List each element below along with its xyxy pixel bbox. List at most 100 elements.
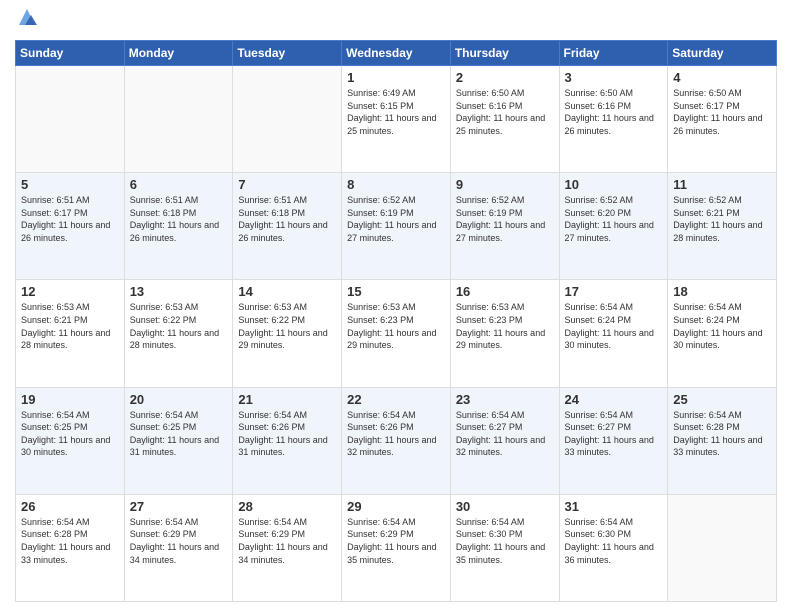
day-info: Sunrise: 6:51 AM Sunset: 6:18 PM Dayligh… xyxy=(238,194,336,244)
calendar-header-row: SundayMondayTuesdayWednesdayThursdayFrid… xyxy=(16,41,777,66)
day-info: Sunrise: 6:54 AM Sunset: 6:28 PM Dayligh… xyxy=(21,516,119,566)
calendar-day xyxy=(233,66,342,173)
calendar-day: 5 Sunrise: 6:51 AM Sunset: 6:17 PM Daylig… xyxy=(16,173,125,280)
calendar-day xyxy=(16,66,125,173)
day-number: 26 xyxy=(21,499,119,514)
day-info: Sunrise: 6:50 AM Sunset: 6:16 PM Dayligh… xyxy=(456,87,554,137)
day-number: 6 xyxy=(130,177,228,192)
calendar-day: 13Sunrise: 6:53 AM Sunset: 6:22 PM Dayli… xyxy=(124,280,233,387)
day-number: 25 xyxy=(673,392,771,407)
day-number: 29 xyxy=(347,499,445,514)
day-number: 12 xyxy=(21,284,119,299)
calendar-day: 14 Sunrise: 6:53 AM Sunset: 6:22 PM Dayli… xyxy=(233,280,342,387)
day-number: 24 xyxy=(565,392,663,407)
calendar-day: 2 Sunrise: 6:50 AM Sunset: 6:16 PM Daylig… xyxy=(450,66,559,173)
calendar-day: 8 Sunrise: 6:52 AM Sunset: 6:19 PM Daylig… xyxy=(342,173,451,280)
day-number: 23 xyxy=(456,392,554,407)
logo-icon xyxy=(17,7,37,27)
day-number: 1 xyxy=(347,70,445,85)
calendar-week-row: 5 Sunrise: 6:51 AM Sunset: 6:17 PM Daylig… xyxy=(16,173,777,280)
day-info: Sunrise: 6:53 AM Sunset: 6:22 PM Dayligh… xyxy=(238,301,336,351)
day-number: 18 xyxy=(673,284,771,299)
day-number: 21 xyxy=(238,392,336,407)
calendar-day xyxy=(668,494,777,601)
day-info: Sunrise: 6:54 AM Sunset: 6:24 PM Dayligh… xyxy=(673,301,771,351)
calendar-day: 10Sunrise: 6:52 AM Sunset: 6:20 PM Dayli… xyxy=(559,173,668,280)
calendar-day: 9Sunrise: 6:52 AM Sunset: 6:19 PM Daylig… xyxy=(450,173,559,280)
calendar-day: 22 Sunrise: 6:54 AM Sunset: 6:26 PM Dayli… xyxy=(342,387,451,494)
calendar-day: 30 Sunrise: 6:54 AM Sunset: 6:30 PM Dayli… xyxy=(450,494,559,601)
calendar-header-wednesday: Wednesday xyxy=(342,41,451,66)
calendar-table: SundayMondayTuesdayWednesdayThursdayFrid… xyxy=(15,40,777,602)
calendar-day: 28 Sunrise: 6:54 AM Sunset: 6:29 PM Dayli… xyxy=(233,494,342,601)
day-info: Sunrise: 6:51 AM Sunset: 6:17 PM Dayligh… xyxy=(21,194,119,244)
day-info: Sunrise: 6:54 AM Sunset: 6:27 PM Dayligh… xyxy=(456,409,554,459)
day-info: Sunrise: 6:54 AM Sunset: 6:29 PM Dayligh… xyxy=(347,516,445,566)
calendar-header-monday: Monday xyxy=(124,41,233,66)
day-number: 14 xyxy=(238,284,336,299)
day-info: Sunrise: 6:54 AM Sunset: 6:26 PM Dayligh… xyxy=(347,409,445,459)
day-info: Sunrise: 6:49 AM Sunset: 6:15 PM Dayligh… xyxy=(347,87,445,137)
calendar-header-friday: Friday xyxy=(559,41,668,66)
calendar-week-row: 1 Sunrise: 6:49 AM Sunset: 6:15 PM Daylig… xyxy=(16,66,777,173)
calendar-day xyxy=(124,66,233,173)
calendar-day: 3Sunrise: 6:50 AM Sunset: 6:16 PM Daylig… xyxy=(559,66,668,173)
calendar-week-row: 12 Sunrise: 6:53 AM Sunset: 6:21 PM Dayli… xyxy=(16,280,777,387)
day-number: 19 xyxy=(21,392,119,407)
day-number: 22 xyxy=(347,392,445,407)
day-info: Sunrise: 6:53 AM Sunset: 6:23 PM Dayligh… xyxy=(456,301,554,351)
day-number: 11 xyxy=(673,177,771,192)
calendar-day: 7 Sunrise: 6:51 AM Sunset: 6:18 PM Daylig… xyxy=(233,173,342,280)
day-number: 5 xyxy=(21,177,119,192)
day-number: 10 xyxy=(565,177,663,192)
calendar-week-row: 26 Sunrise: 6:54 AM Sunset: 6:28 PM Dayli… xyxy=(16,494,777,601)
day-number: 3 xyxy=(565,70,663,85)
day-number: 13 xyxy=(130,284,228,299)
day-number: 4 xyxy=(673,70,771,85)
calendar-header-tuesday: Tuesday xyxy=(233,41,342,66)
calendar-day: 6 Sunrise: 6:51 AM Sunset: 6:18 PM Daylig… xyxy=(124,173,233,280)
calendar-day: 15Sunrise: 6:53 AM Sunset: 6:23 PM Dayli… xyxy=(342,280,451,387)
calendar-day: 17Sunrise: 6:54 AM Sunset: 6:24 PM Dayli… xyxy=(559,280,668,387)
day-info: Sunrise: 6:54 AM Sunset: 6:30 PM Dayligh… xyxy=(456,516,554,566)
calendar-day: 16Sunrise: 6:53 AM Sunset: 6:23 PM Dayli… xyxy=(450,280,559,387)
day-info: Sunrise: 6:54 AM Sunset: 6:28 PM Dayligh… xyxy=(673,409,771,459)
day-number: 8 xyxy=(347,177,445,192)
day-info: Sunrise: 6:54 AM Sunset: 6:29 PM Dayligh… xyxy=(238,516,336,566)
day-number: 28 xyxy=(238,499,336,514)
calendar-day: 12 Sunrise: 6:53 AM Sunset: 6:21 PM Dayli… xyxy=(16,280,125,387)
day-info: Sunrise: 6:54 AM Sunset: 6:27 PM Dayligh… xyxy=(565,409,663,459)
day-info: Sunrise: 6:54 AM Sunset: 6:30 PM Dayligh… xyxy=(565,516,663,566)
day-number: 9 xyxy=(456,177,554,192)
calendar-header-sunday: Sunday xyxy=(16,41,125,66)
calendar-day: 20Sunrise: 6:54 AM Sunset: 6:25 PM Dayli… xyxy=(124,387,233,494)
day-info: Sunrise: 6:54 AM Sunset: 6:24 PM Dayligh… xyxy=(565,301,663,351)
calendar-day: 21 Sunrise: 6:54 AM Sunset: 6:26 PM Dayli… xyxy=(233,387,342,494)
calendar-week-row: 19 Sunrise: 6:54 AM Sunset: 6:25 PM Dayli… xyxy=(16,387,777,494)
day-number: 7 xyxy=(238,177,336,192)
day-info: Sunrise: 6:52 AM Sunset: 6:19 PM Dayligh… xyxy=(347,194,445,244)
day-info: Sunrise: 6:53 AM Sunset: 6:23 PM Dayligh… xyxy=(347,301,445,351)
day-number: 27 xyxy=(130,499,228,514)
day-number: 30 xyxy=(456,499,554,514)
logo xyxy=(15,10,37,32)
calendar-day: 1 Sunrise: 6:49 AM Sunset: 6:15 PM Daylig… xyxy=(342,66,451,173)
day-number: 2 xyxy=(456,70,554,85)
calendar-day: 11 Sunrise: 6:52 AM Sunset: 6:21 PM Dayli… xyxy=(668,173,777,280)
day-number: 31 xyxy=(565,499,663,514)
day-info: Sunrise: 6:54 AM Sunset: 6:29 PM Dayligh… xyxy=(130,516,228,566)
calendar-day: 23 Sunrise: 6:54 AM Sunset: 6:27 PM Dayli… xyxy=(450,387,559,494)
calendar-header-thursday: Thursday xyxy=(450,41,559,66)
calendar-day: 24 Sunrise: 6:54 AM Sunset: 6:27 PM Dayli… xyxy=(559,387,668,494)
calendar-day: 4 Sunrise: 6:50 AM Sunset: 6:17 PM Daylig… xyxy=(668,66,777,173)
calendar-header-saturday: Saturday xyxy=(668,41,777,66)
calendar-day: 27 Sunrise: 6:54 AM Sunset: 6:29 PM Dayli… xyxy=(124,494,233,601)
calendar-day: 19 Sunrise: 6:54 AM Sunset: 6:25 PM Dayli… xyxy=(16,387,125,494)
day-info: Sunrise: 6:54 AM Sunset: 6:26 PM Dayligh… xyxy=(238,409,336,459)
day-info: Sunrise: 6:51 AM Sunset: 6:18 PM Dayligh… xyxy=(130,194,228,244)
day-info: Sunrise: 6:54 AM Sunset: 6:25 PM Dayligh… xyxy=(21,409,119,459)
day-info: Sunrise: 6:52 AM Sunset: 6:21 PM Dayligh… xyxy=(673,194,771,244)
day-number: 20 xyxy=(130,392,228,407)
day-info: Sunrise: 6:53 AM Sunset: 6:21 PM Dayligh… xyxy=(21,301,119,351)
day-info: Sunrise: 6:50 AM Sunset: 6:17 PM Dayligh… xyxy=(673,87,771,137)
